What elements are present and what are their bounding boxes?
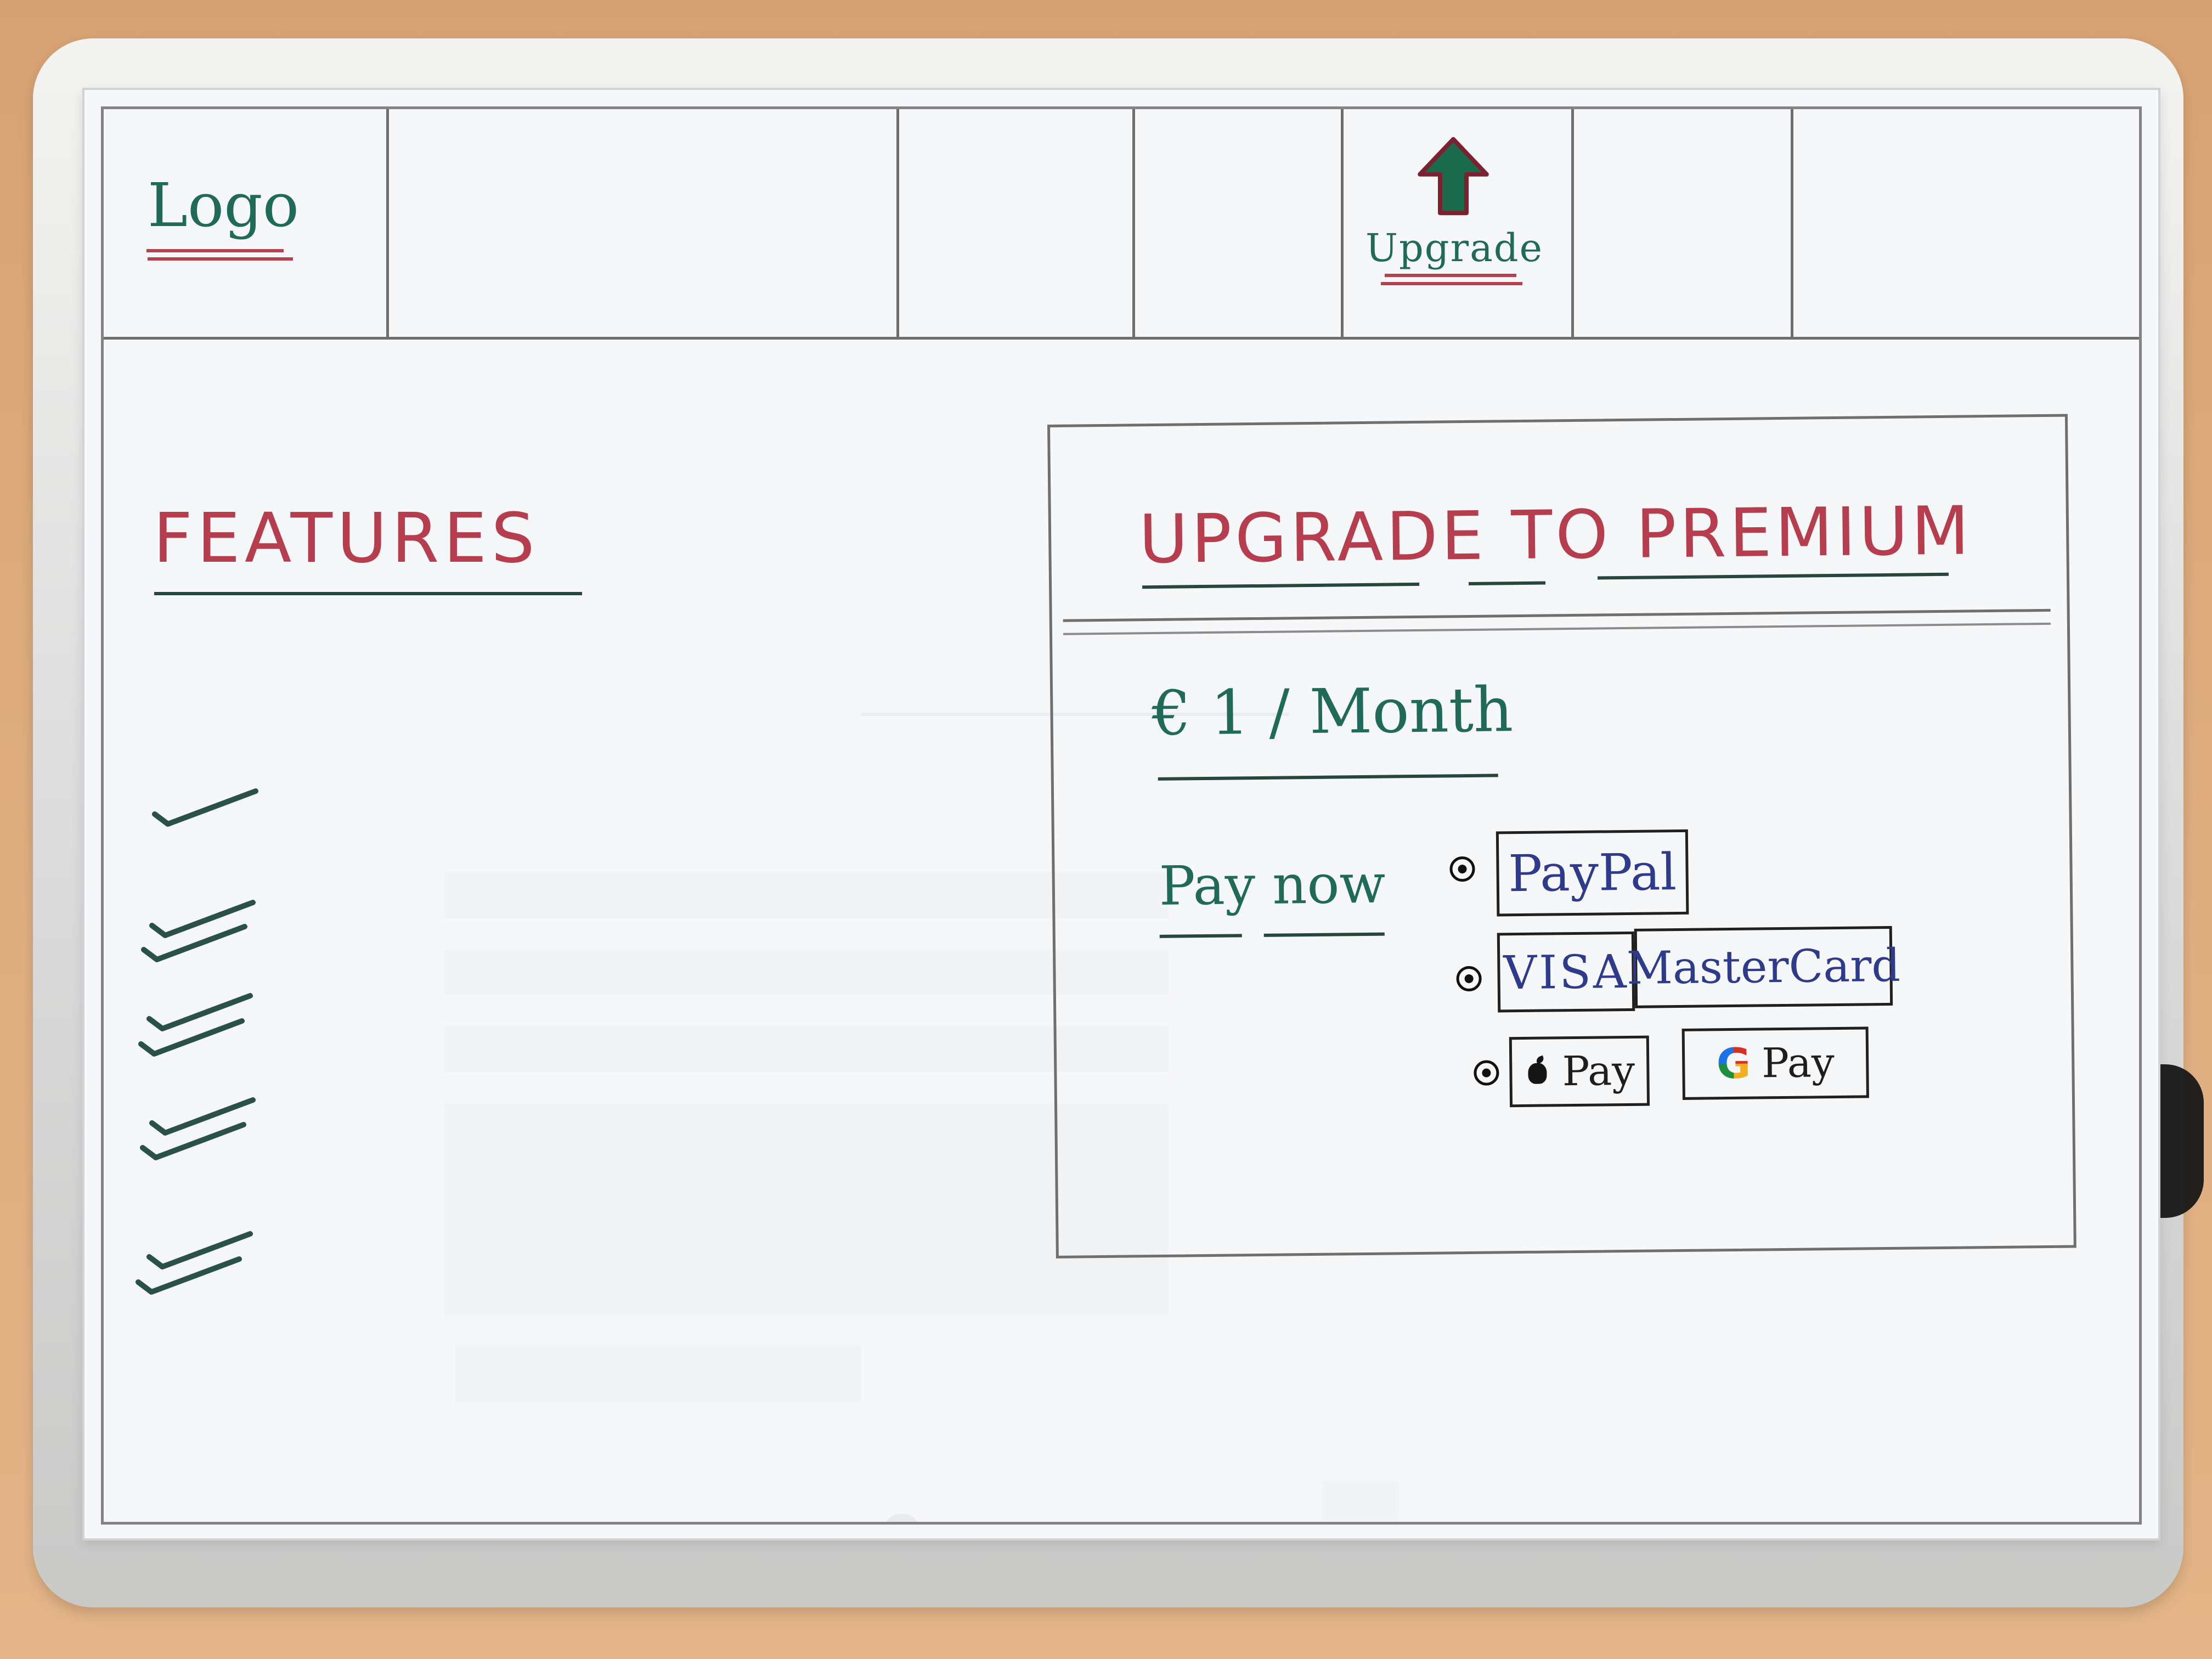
checkmark-icon-3 [141, 924, 247, 962]
ghost-send-button [455, 1344, 861, 1404]
upgrade-underline-bottom [1381, 282, 1522, 285]
applepay-option[interactable]: Pay [1509, 1035, 1650, 1108]
features-underline [154, 592, 582, 595]
applepay-label: Pay [1562, 1047, 1635, 1096]
premium-title: UPGRADE TO PREMIUM [1138, 492, 1973, 579]
pay-now-label: Pay now [1159, 853, 1386, 918]
apple-icon [1523, 1056, 1553, 1087]
top-navigation-bar: Logo Upgrade [104, 109, 2139, 340]
google-g-icon: G [1716, 1039, 1751, 1088]
premium-upgrade-panel: UPGRADE TO PREMIUM € 1 / Month Pay now P… [1047, 414, 2076, 1259]
checkmark-icon-5 [138, 1018, 245, 1057]
logo-underline-top [146, 249, 284, 252]
features-title: FEATURES [153, 499, 539, 578]
nav-cell-4[interactable] [1574, 109, 1793, 337]
ghost-icon-3 [1322, 1481, 1398, 1522]
logo-text[interactable]: Logo [148, 175, 299, 235]
upgrade-underline-top [1385, 274, 1516, 277]
mastercard-label: MasterCard [1626, 939, 1901, 995]
premium-underline-3 [1597, 572, 1949, 580]
checkmark-icon-1 [152, 788, 258, 827]
mastercard-option[interactable]: MasterCard [1626, 926, 1900, 1008]
pay-now-underline-1 [1159, 934, 1242, 938]
nav-cell-1[interactable] [389, 109, 899, 337]
up-arrow-icon [1418, 137, 1489, 216]
checkmark-icon-7 [140, 1122, 246, 1160]
premium-underline-2 [1469, 581, 1546, 585]
panel-divider-bottom [1063, 622, 2051, 635]
wallet-radio[interactable] [1474, 1060, 1499, 1086]
price-underline [1158, 774, 1498, 781]
gpay-option[interactable]: G Pay [1681, 1026, 1869, 1100]
nav-cell-5[interactable] [1793, 109, 2139, 337]
ghost-icon-2 [883, 1514, 921, 1522]
paypal-option[interactable]: PayPal [1496, 829, 1689, 917]
nav-cell-2[interactable] [899, 109, 1135, 337]
wireframe-canvas: Logo Upgrade FEATURES UPGRADE TO PREMIUM… [101, 106, 2142, 1525]
card-radio[interactable] [1456, 966, 1482, 992]
checkmark-icon-9 [136, 1256, 242, 1295]
gpay-label: Pay [1761, 1039, 1835, 1087]
paypal-radio[interactable] [1449, 856, 1475, 882]
price-text: € 1 / Month [1151, 674, 1514, 750]
logo-cell: Logo [104, 109, 389, 337]
nav-cell-3[interactable] [1135, 109, 1344, 337]
pay-now-underline-2 [1263, 932, 1385, 937]
logo-underline-bottom [148, 257, 293, 261]
visa-label: VISA [1503, 944, 1629, 1000]
panel-divider-top [1063, 608, 2051, 622]
upgrade-label: Upgrade [1365, 225, 1544, 270]
visa-option[interactable]: VISA [1497, 931, 1635, 1013]
paper-sheet: Logo Upgrade FEATURES UPGRADE TO PREMIUM… [82, 88, 2160, 1541]
upgrade-cell[interactable]: Upgrade [1344, 109, 1574, 337]
premium-underline-1 [1142, 582, 1420, 589]
paypal-label: PayPal [1508, 842, 1677, 903]
